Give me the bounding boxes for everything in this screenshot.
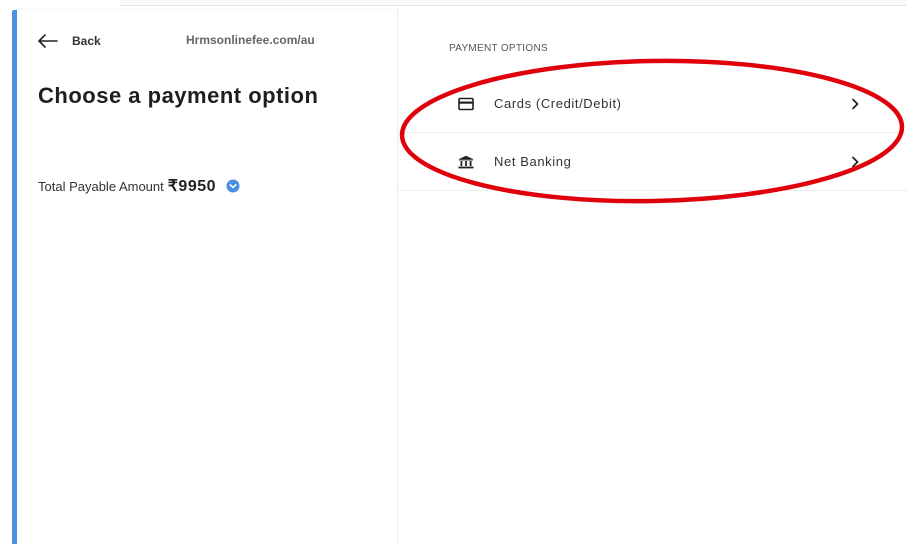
payment-option-netbanking[interactable]: Net Banking [398, 133, 907, 191]
payment-page: Back Hrmsonlinefee.com/au Choose a payme… [0, 0, 907, 544]
top-strip [120, 0, 907, 6]
arrow-left-icon [38, 34, 58, 48]
info-chevron-icon[interactable] [226, 179, 240, 193]
payment-option-cards[interactable]: Cards (Credit/Debit) [398, 75, 907, 133]
bank-icon [458, 155, 474, 168]
option-label: Cards (Credit/Debit) [494, 96, 622, 111]
back-label: Back [72, 34, 101, 48]
page-title: Choose a payment option [38, 83, 319, 108]
site-url: Hrmsonlinefee.com/au [186, 33, 315, 47]
back-button[interactable]: Back [38, 34, 101, 48]
card-icon [458, 97, 474, 110]
total-amount: Total Payable Amount ₹9950 [38, 176, 240, 196]
chevron-right-icon [852, 156, 859, 167]
amount-label: Total Payable Amount [38, 178, 164, 194]
section-label: PAYMENT OPTIONS [449, 43, 548, 54]
option-label: Net Banking [494, 154, 572, 169]
amount-value: ₹9950 [167, 178, 217, 195]
chevron-right-icon [852, 98, 859, 109]
